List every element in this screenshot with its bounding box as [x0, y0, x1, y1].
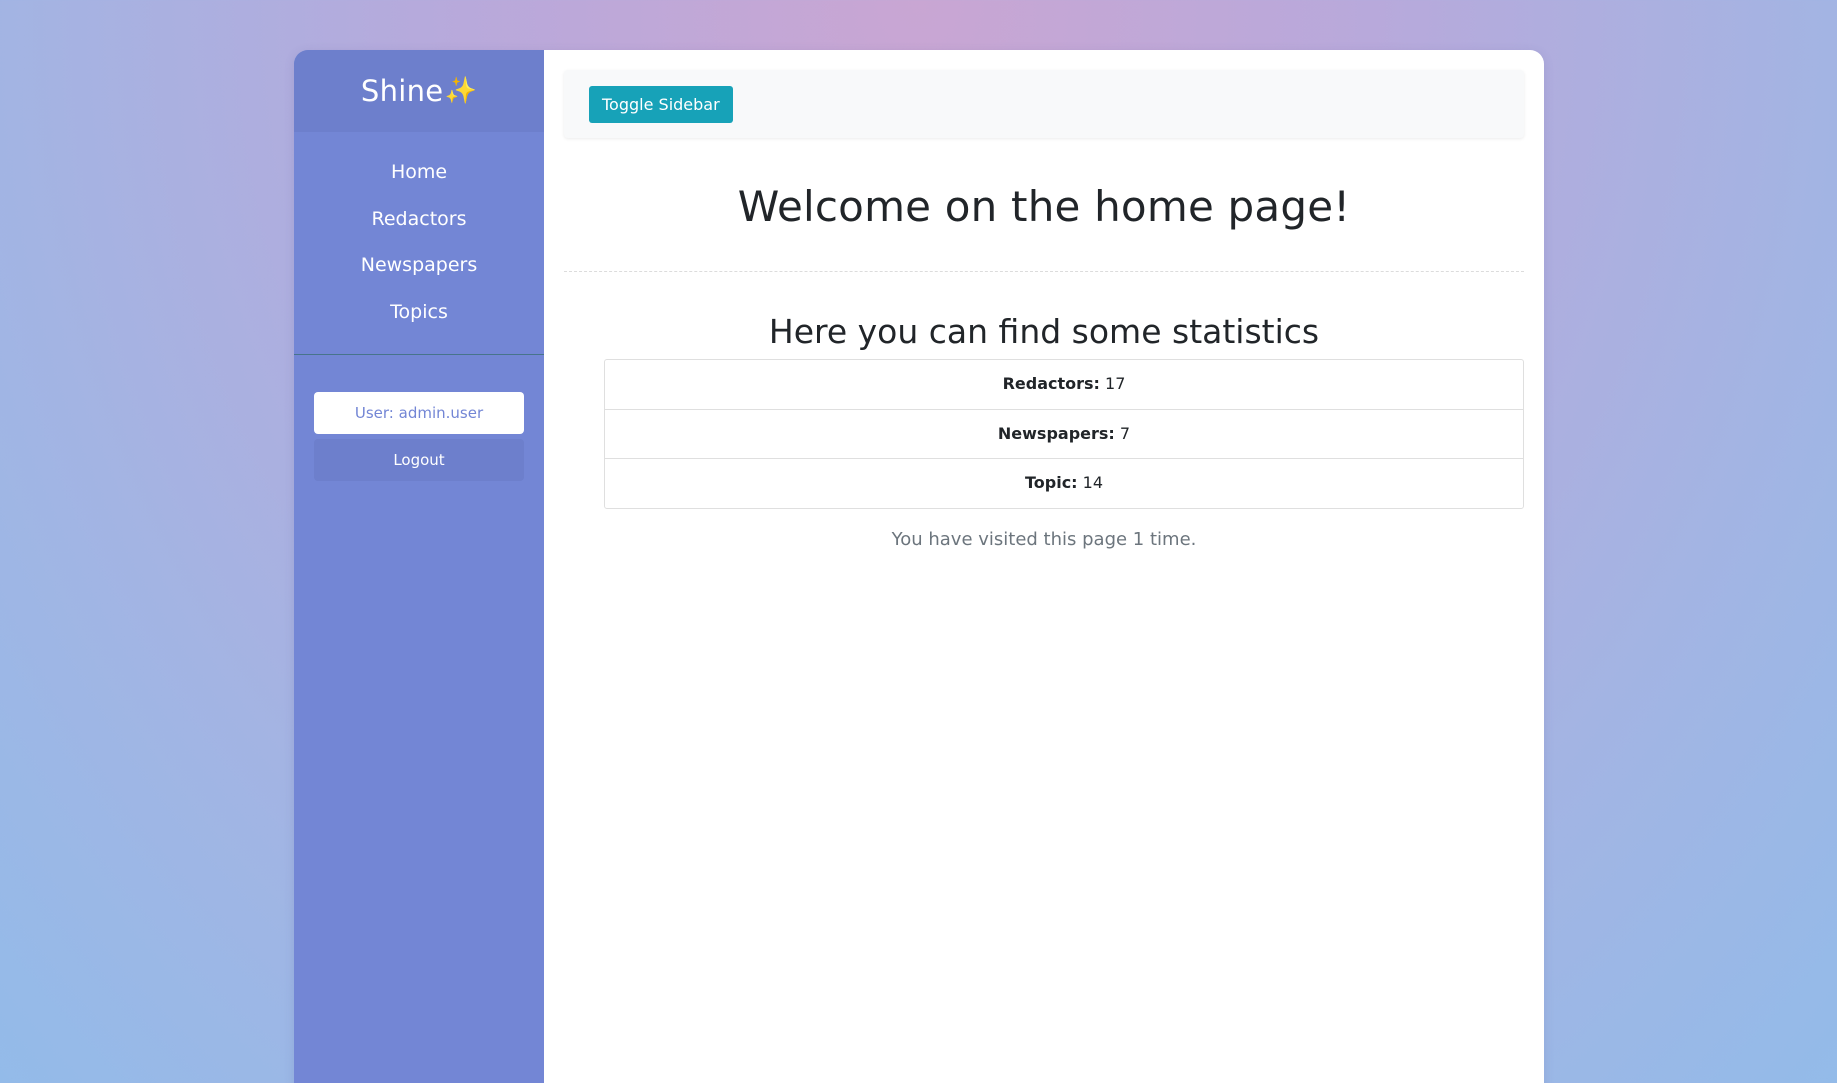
- brand-name: Shine: [360, 74, 444, 108]
- stat-label: Newspapers:: [997, 423, 1115, 443]
- stat-topic: Topic: 14: [605, 459, 1523, 508]
- stats-heading: Here you can find some statistics: [768, 312, 1320, 351]
- top-navbar: Toggle Sidebar: [564, 70, 1524, 138]
- stat-value: 7: [1119, 423, 1131, 443]
- stat-redactors: Redactors: 17: [605, 360, 1523, 410]
- stat-value: 14: [1082, 473, 1104, 492]
- stat-value: 17: [1105, 374, 1126, 393]
- user-button[interactable]: User: admin.user: [314, 392, 524, 434]
- sidebar: Shine ✨ Home Redactors Newspapers Topics …: [294, 50, 544, 1083]
- sidebar-actions: User: admin.user Logout: [294, 355, 544, 481]
- stats-list: Redactors: 17 Newspapers: 7 Topic: 14: [604, 359, 1524, 509]
- sidebar-nav: Home Redactors Newspapers Topics: [294, 132, 544, 355]
- stat-label: Redactors:: [1002, 374, 1100, 393]
- stat-label: Topic:: [1024, 473, 1078, 492]
- app-window: Shine ✨ Home Redactors Newspapers Topics …: [294, 50, 1544, 1083]
- sidebar-item-home[interactable]: Home: [294, 149, 544, 196]
- toggle-sidebar-button[interactable]: Toggle Sidebar: [589, 85, 733, 123]
- sidebar-item-newspapers[interactable]: Newspapers: [294, 242, 544, 289]
- sparkles-icon: ✨: [444, 76, 478, 106]
- logout-button[interactable]: Logout: [314, 439, 524, 481]
- divider: [564, 271, 1524, 272]
- main-content: Toggle Sidebar Welcome on the home page!…: [544, 50, 1544, 1083]
- sidebar-item-topics[interactable]: Topics: [294, 289, 544, 336]
- visit-counter: You have visited this page 1 time.: [891, 528, 1197, 550]
- brand-header: Shine ✨: [294, 50, 544, 132]
- page-title: Welcome on the home page!: [737, 182, 1351, 231]
- sidebar-item-redactors[interactable]: Redactors: [294, 196, 544, 243]
- stat-newspapers: Newspapers: 7: [605, 410, 1523, 459]
